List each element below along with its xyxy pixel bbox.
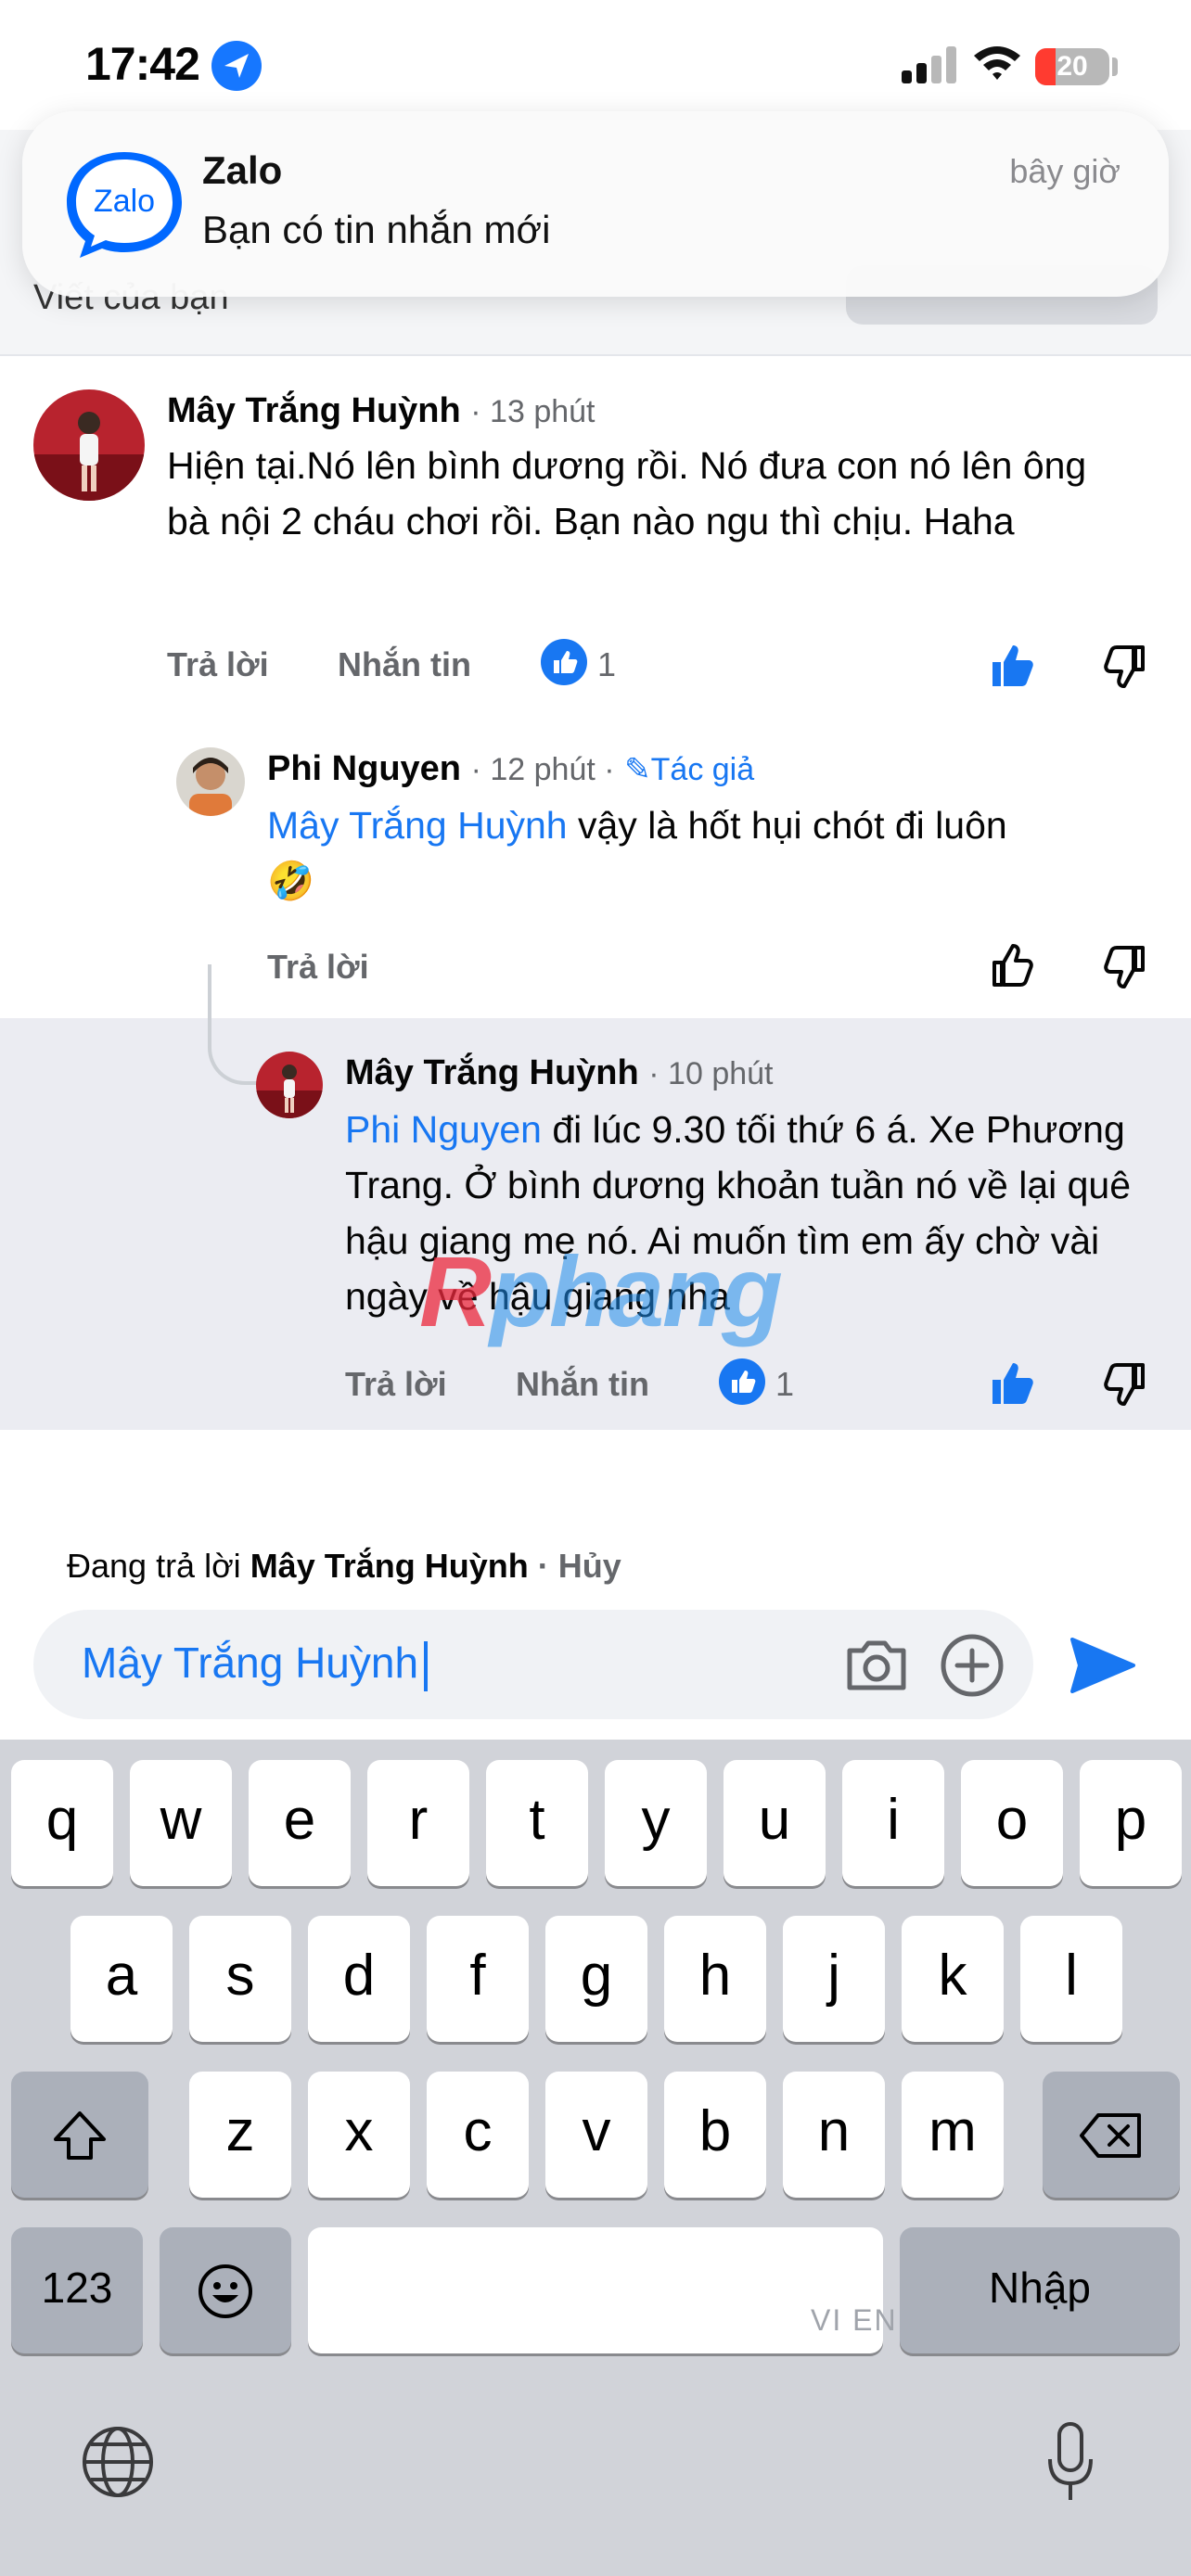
- key-b[interactable]: b: [664, 2072, 766, 2198]
- notification-body: Bạn có tin nhắn mới: [202, 208, 551, 251]
- key-s[interactable]: s: [189, 1916, 291, 2042]
- globe-icon[interactable]: [80, 2424, 156, 2500]
- key-h[interactable]: h: [664, 1916, 766, 2042]
- location-arrow-icon: [211, 41, 262, 91]
- comment-time: · 10 phút: [648, 1056, 774, 1091]
- camera-icon[interactable]: [844, 1634, 909, 1695]
- cancel-reply-button[interactable]: · Hủy: [538, 1547, 621, 1585]
- pencil-icon: ✎: [624, 752, 651, 787]
- comment-time: · 13 phút: [470, 394, 596, 429]
- reply-button[interactable]: Trả lời: [267, 948, 369, 987]
- key-f[interactable]: f: [427, 1916, 529, 2042]
- key-l[interactable]: l: [1020, 1916, 1122, 2042]
- key-o[interactable]: o: [961, 1760, 1063, 1886]
- like-count: 1: [775, 1365, 795, 1403]
- like-count: 1: [597, 645, 617, 683]
- svg-text:Zalo: Zalo: [94, 184, 155, 219]
- notification-time: bây giờ: [1009, 152, 1121, 190]
- key-x[interactable]: x: [308, 2072, 410, 2198]
- battery-cap: [1112, 57, 1118, 76]
- key-u[interactable]: u: [724, 1760, 826, 1886]
- emoji-key[interactable]: [160, 2227, 291, 2353]
- comment-author[interactable]: Phi Nguyen · 12 phút · ✎Tác giả: [267, 749, 754, 789]
- key-q[interactable]: q: [11, 1760, 113, 1886]
- thumbs-up-icon[interactable]: [987, 640, 1039, 692]
- comment-author[interactable]: Mây Trắng Huỳnh · 13 phút: [167, 391, 596, 431]
- key-p[interactable]: p: [1080, 1760, 1182, 1886]
- like-reaction-icon: [540, 638, 588, 686]
- thumbs-up-icon[interactable]: [987, 940, 1039, 992]
- key-a[interactable]: a: [70, 1916, 173, 2042]
- key-g[interactable]: g: [545, 1916, 647, 2042]
- avatar[interactable]: [256, 1052, 323, 1118]
- key-m[interactable]: m: [902, 2072, 1004, 2198]
- avatar[interactable]: [33, 389, 145, 501]
- space-key[interactable]: [308, 2227, 883, 2353]
- shift-key[interactable]: [11, 2072, 148, 2198]
- reply-button[interactable]: Trả lời: [167, 645, 269, 684]
- numbers-key[interactable]: 123: [11, 2227, 143, 2353]
- message-button[interactable]: Nhắn tin: [338, 645, 471, 684]
- backspace-key[interactable]: [1043, 2072, 1180, 2198]
- key-w[interactable]: w: [130, 1760, 232, 1886]
- mention-link[interactable]: Phi Nguyen: [345, 1108, 542, 1151]
- key-t[interactable]: t: [486, 1760, 588, 1886]
- reply-button[interactable]: Trả lời: [345, 1365, 447, 1404]
- key-v[interactable]: v: [545, 2072, 647, 2198]
- key-z[interactable]: z: [189, 2072, 291, 2198]
- add-icon[interactable]: [939, 1632, 1005, 1699]
- replying-to-label: Đang trả lời Mây Trắng Huỳnh · Hủy: [67, 1547, 621, 1585]
- author-badge: ✎Tác giả: [624, 752, 755, 787]
- language-hint: VI EN: [811, 2303, 898, 2337]
- notification-banner[interactable]: Zalo Zalo Bạn có tin nhắn mới bây giờ: [22, 111, 1169, 297]
- wifi-icon: [970, 43, 1024, 83]
- thumbs-down-icon[interactable]: [1098, 940, 1150, 992]
- comment-author[interactable]: Mây Trắng Huỳnh · 10 phút: [345, 1053, 774, 1093]
- message-button[interactable]: Nhắn tin: [516, 1365, 649, 1404]
- notification-title: Zalo: [202, 148, 283, 192]
- battery-level: 20: [1057, 51, 1088, 82]
- battery-icon: 20: [1035, 48, 1109, 85]
- thread-connector: [208, 964, 260, 1085]
- key-d[interactable]: d: [308, 1916, 410, 2042]
- key-y[interactable]: y: [605, 1760, 707, 1886]
- microphone-icon[interactable]: [1043, 2418, 1098, 2507]
- avatar[interactable]: [176, 747, 245, 816]
- key-e[interactable]: e: [249, 1760, 351, 1886]
- key-r[interactable]: r: [367, 1760, 469, 1886]
- like-reaction-icon: [718, 1358, 766, 1406]
- rofl-emoji: 🤣: [267, 860, 315, 902]
- mention-link[interactable]: Mây Trắng Huỳnh: [267, 804, 568, 847]
- key-j[interactable]: j: [783, 1916, 885, 2042]
- thumbs-down-icon[interactable]: [1098, 1358, 1150, 1409]
- key-k[interactable]: k: [902, 1916, 1004, 2042]
- key-n[interactable]: n: [783, 2072, 885, 2198]
- thumbs-down-icon[interactable]: [1098, 640, 1150, 692]
- zalo-app-icon: Zalo: [59, 147, 189, 263]
- cellular-signal-icon: [902, 46, 957, 83]
- status-bar: 17:42 20: [0, 0, 1191, 130]
- thumbs-up-icon[interactable]: [987, 1358, 1039, 1409]
- text-caret: [424, 1640, 429, 1691]
- comment-body: Mây Trắng Huỳnh vậy là hốt hụi chót đi l…: [267, 804, 1007, 902]
- comment-time: · 12 phút ·: [470, 752, 615, 787]
- comment-input-text[interactable]: Mây Trắng Huỳnh: [82, 1638, 429, 1691]
- key-i[interactable]: i: [842, 1760, 944, 1886]
- comment-body: Hiện tại.Nó lên bình dương rồi. Nó đưa c…: [167, 444, 1087, 542]
- key-c[interactable]: c: [427, 2072, 529, 2198]
- return-key[interactable]: Nhập: [900, 2227, 1180, 2353]
- status-time: 17:42: [85, 38, 200, 90]
- send-icon[interactable]: [1067, 1634, 1137, 1697]
- watermark-logo: Rphang: [419, 1235, 783, 1347]
